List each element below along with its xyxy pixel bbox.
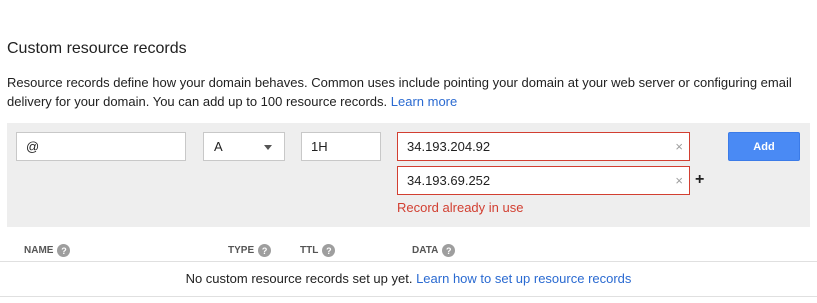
help-icon[interactable]: ? <box>322 244 336 257</box>
records-table-header: NAME ? TYPE ? TTL ? DATA ? <box>0 240 817 262</box>
column-header-name: NAME ? <box>24 244 71 257</box>
type-select[interactable]: A <box>203 132 285 161</box>
empty-state: No custom resource records set up yet. L… <box>0 271 817 286</box>
setup-help-link[interactable]: Learn how to set up resource records <box>416 271 631 286</box>
section-description: Resource records define how your domain … <box>7 73 812 111</box>
chevron-down-icon <box>264 145 272 150</box>
learn-more-link[interactable]: Learn more <box>391 94 457 109</box>
ttl-input-value: 1H <box>311 139 328 154</box>
clear-icon[interactable]: × <box>675 140 683 153</box>
error-message: Record already in use <box>397 200 524 215</box>
data-input-1[interactable]: 34.193.204.92 × <box>397 132 690 161</box>
clear-icon[interactable]: × <box>675 174 683 187</box>
empty-state-text: No custom resource records set up yet. <box>185 271 413 286</box>
data-input-2[interactable]: 34.193.69.252 × <box>397 166 690 195</box>
add-data-row-icon[interactable]: + <box>695 171 704 189</box>
add-button[interactable]: Add <box>728 132 800 161</box>
column-header-ttl-label: TTL <box>300 245 319 256</box>
name-input[interactable]: @ <box>16 132 186 161</box>
help-icon[interactable]: ? <box>258 244 272 257</box>
data-input-2-value: 34.193.69.252 <box>407 173 491 188</box>
column-header-name-label: NAME <box>24 245 54 256</box>
type-select-value: A <box>214 139 223 154</box>
name-input-value: @ <box>26 139 40 154</box>
table-bottom-divider <box>0 296 817 297</box>
column-header-type: TYPE ? <box>228 244 272 257</box>
column-header-ttl: TTL ? <box>300 244 336 257</box>
column-header-data: DATA ? <box>412 244 456 257</box>
data-input-1-value: 34.193.204.92 <box>407 139 491 154</box>
section-title: Custom resource records <box>7 40 187 57</box>
add-record-panel: @ A 1H 34.193.204.92 × 34.193.69.252 × +… <box>7 123 810 227</box>
help-icon[interactable]: ? <box>442 244 456 257</box>
help-icon[interactable]: ? <box>57 244 71 257</box>
column-header-data-label: DATA <box>412 245 439 256</box>
column-header-type-label: TYPE <box>228 245 255 256</box>
ttl-input[interactable]: 1H <box>301 132 381 161</box>
